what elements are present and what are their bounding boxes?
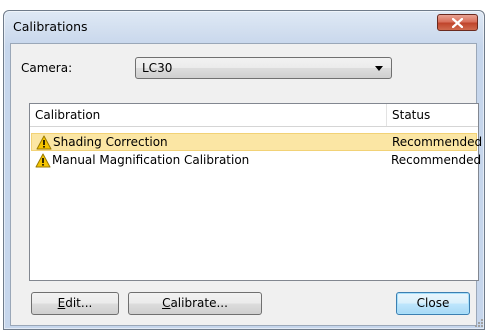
edit-button[interactable]: Edit... — [31, 292, 119, 315]
camera-dropdown-value: LC30 — [142, 61, 173, 75]
close-button-label: Close — [416, 296, 450, 310]
close-icon — [452, 18, 463, 28]
calibration-name: Shading Correction — [53, 135, 168, 149]
column-separator[interactable] — [386, 104, 387, 126]
resize-grip-icon[interactable] — [474, 318, 484, 328]
title-bar[interactable]: Calibrations — [4, 11, 484, 45]
calibrate-button-label: Calibrate... — [162, 296, 228, 310]
column-header-calibration[interactable]: Calibration — [35, 108, 100, 122]
camera-label: Camera: — [21, 61, 73, 75]
chevron-down-icon — [375, 66, 383, 71]
close-button[interactable]: Close — [396, 292, 470, 315]
column-header-status[interactable]: Status — [392, 108, 430, 122]
calibration-name: Manual Magnification Calibration — [52, 153, 250, 167]
calibration-status: Recommended — [391, 153, 482, 167]
window-title: Calibrations — [13, 19, 88, 34]
warning-icon — [36, 135, 52, 150]
camera-dropdown[interactable]: LC30 — [135, 57, 392, 79]
list-item[interactable]: Manual Magnification Calibration Recomme… — [31, 152, 481, 170]
window-close-button[interactable] — [437, 14, 478, 31]
calibration-status: Recommended — [392, 135, 483, 149]
calibrate-button[interactable]: Calibrate... — [128, 292, 262, 315]
list-header: Calibration Status — [30, 104, 478, 127]
edit-button-label: Edit... — [57, 296, 93, 310]
warning-icon — [35, 153, 51, 168]
list-item[interactable]: Shading Correction Recommended — [31, 133, 482, 151]
calibrations-list[interactable]: Calibration Status Shading Correction Re… — [29, 103, 482, 281]
